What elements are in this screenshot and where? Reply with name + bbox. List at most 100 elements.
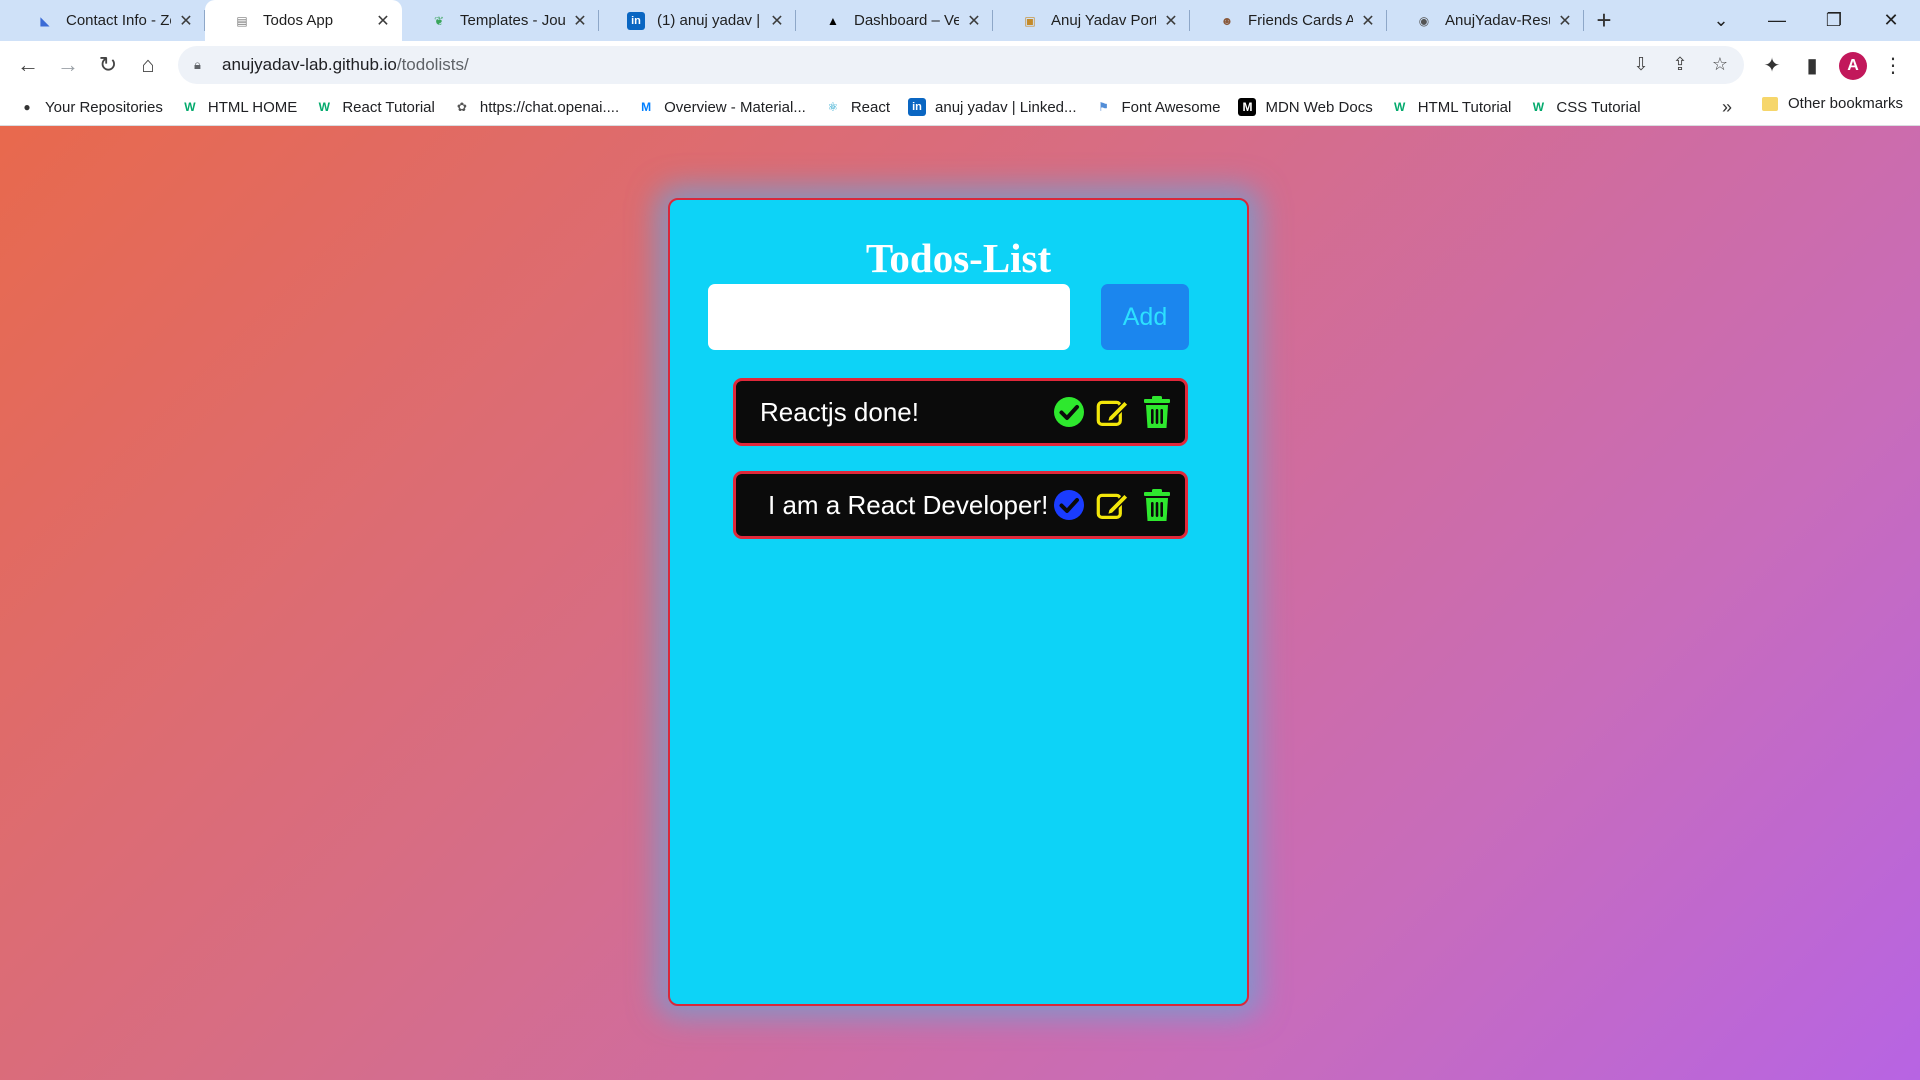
vercel-icon: ▲ xyxy=(827,13,839,28)
zety-icon: ◣ xyxy=(40,13,50,28)
w3schools-icon: W xyxy=(184,100,196,114)
page-title: Todos-List xyxy=(865,235,1052,281)
todo-actions xyxy=(1052,381,1173,443)
bookmark-item[interactable]: ✿ https://chat.openai.... xyxy=(453,98,619,116)
bookmark-label: Your Repositories xyxy=(45,98,163,116)
tab-title: Templates - Journ xyxy=(460,12,565,29)
bookmark-label: https://chat.openai.... xyxy=(479,98,620,116)
page-background: Todos-List Add Reactjs done! I am a React… xyxy=(0,126,1920,1080)
profile-avatar[interactable]: A xyxy=(1839,52,1867,80)
tab-title: Contact Info - Zet xyxy=(66,12,171,29)
tab-7[interactable]: ◉ AnujYadav-Resum ✕ xyxy=(1387,0,1584,41)
close-tab-icon[interactable]: ✕ xyxy=(965,11,983,31)
globe-icon: ◉ xyxy=(1418,13,1430,28)
tab-3[interactable]: in (1) anuj yadav | Li ✕ xyxy=(599,0,796,41)
todo-card: Todos-List Add Reactjs done! I am a React… xyxy=(668,198,1249,1006)
bookmark-item[interactable]: W HTML HOME xyxy=(181,98,297,116)
leaf-icon: ❦ xyxy=(433,13,445,28)
bookmark-item[interactable]: W HTML Tutorial xyxy=(1391,98,1512,116)
bookmark-item[interactable]: in anuj yadav | Linked... xyxy=(908,98,1077,116)
bookmarks-bar: ● Your Repositories W HTML HOME W React Tutor… xyxy=(0,89,1920,126)
todo-text: I am a React Developer! xyxy=(768,489,1049,520)
linkedin-icon: in xyxy=(627,11,645,30)
close-tab-icon[interactable]: ✕ xyxy=(768,11,786,31)
install-icon[interactable]: ⇩ xyxy=(1630,54,1652,76)
bookmark-label: HTML HOME xyxy=(207,98,298,116)
openai-icon: ✿ xyxy=(456,100,467,114)
linkedin-icon: in xyxy=(908,98,927,116)
tab-5[interactable]: ▣ Anuj Yadav Portfo ✕ xyxy=(993,0,1190,41)
tab-2[interactable]: ❦ Templates - Journ ✕ xyxy=(402,0,599,41)
minimize-button[interactable]: — xyxy=(1748,0,1806,41)
todo-text: Reactjs done! xyxy=(760,396,919,427)
close-tab-icon[interactable]: ✕ xyxy=(177,11,195,31)
trash-icon[interactable] xyxy=(1140,395,1173,429)
close-tab-icon[interactable]: ✕ xyxy=(1162,11,1180,31)
briefcase-icon: ▣ xyxy=(1024,13,1036,28)
bookmark-label: HTML Tutorial xyxy=(1417,98,1512,116)
mui-icon: M xyxy=(641,100,652,114)
close-window-button[interactable]: ✕ xyxy=(1862,0,1920,41)
tab-4[interactable]: ▲ Dashboard – Verc ✕ xyxy=(796,0,993,41)
bookmark-item[interactable]: ● Your Repositories xyxy=(18,98,163,116)
maximize-button[interactable]: ❐ xyxy=(1805,0,1863,41)
extensions-icon[interactable]: ✦ xyxy=(1757,50,1787,80)
tab-title: AnujYadav-Resum xyxy=(1445,12,1550,29)
bookmark-item[interactable]: M Overview - Material... xyxy=(637,98,806,116)
todo-item: Reactjs done! xyxy=(733,378,1188,446)
react-icon: ⚛ xyxy=(827,100,839,114)
edit-icon[interactable] xyxy=(1096,489,1129,522)
w3schools-icon: W xyxy=(318,100,330,114)
bookmark-label: MDN Web Docs xyxy=(1265,98,1373,116)
other-bookmarks-folder[interactable]: Other bookmarks xyxy=(1762,95,1903,112)
todo-input[interactable] xyxy=(708,284,1070,350)
reload-button[interactable]: ↻ xyxy=(88,45,128,85)
mdn-icon: M xyxy=(1238,98,1257,116)
more-bookmarks-icon[interactable]: » xyxy=(1722,97,1732,118)
check-circle-icon[interactable] xyxy=(1052,396,1085,429)
tab-separator xyxy=(1583,10,1584,31)
tab-title: Dashboard – Verc xyxy=(854,12,959,29)
add-button[interactable]: Add xyxy=(1101,284,1189,350)
bookmark-item[interactable]: ⚑ Font Awesome xyxy=(1095,98,1221,116)
bookmark-item[interactable]: ⚛ React xyxy=(824,98,890,116)
url-text: anujyadav-lab.github.io/todolists/ xyxy=(222,55,469,74)
todo-actions xyxy=(1052,474,1173,536)
tab-title: Todos App xyxy=(263,12,334,29)
forward-button[interactable]: → xyxy=(48,45,88,85)
close-tab-icon[interactable]: ✕ xyxy=(374,11,392,31)
new-tab-button[interactable]: + xyxy=(1584,0,1624,41)
todo-item: I am a React Developer! xyxy=(733,471,1188,539)
tab-title: Anuj Yadav Portfo xyxy=(1051,12,1156,29)
address-bar[interactable]: 🔒︎ anujyadav-lab.github.io/todolists/ ⇩ … xyxy=(178,46,1744,84)
home-button[interactable]: ⌂ xyxy=(128,45,168,85)
tab-search-button[interactable]: ⌄ xyxy=(1692,0,1750,41)
folder-icon xyxy=(1762,96,1778,111)
share-icon[interactable]: ⇪ xyxy=(1669,54,1691,76)
bookmark-item[interactable]: W React Tutorial xyxy=(315,98,435,116)
bookmark-label: React Tutorial xyxy=(342,98,435,116)
edit-icon[interactable] xyxy=(1096,396,1129,429)
close-tab-icon[interactable]: ✕ xyxy=(1359,11,1377,31)
people-icon: ☻ xyxy=(1220,13,1234,28)
menu-kebab-icon[interactable]: ⋮ xyxy=(1878,50,1908,80)
close-tab-icon[interactable]: ✕ xyxy=(571,11,589,31)
tab-6[interactable]: ☻ Friends Cards App ✕ xyxy=(1190,0,1387,41)
w3schools-icon: W xyxy=(1532,100,1545,114)
browser-tab-strip: ◣ Contact Info - Zet ✕ ▤ Todos App ✕ ❦ Template… xyxy=(0,0,1920,41)
bookmark-star-icon[interactable]: ☆ xyxy=(1709,54,1731,76)
tab-title: Friends Cards App xyxy=(1248,12,1353,29)
close-tab-icon[interactable]: ✕ xyxy=(1556,11,1574,31)
bookmark-item[interactable]: M MDN Web Docs xyxy=(1238,98,1373,116)
bookmark-item[interactable]: W CSS Tutorial xyxy=(1529,98,1641,116)
bookmark-label: Font Awesome xyxy=(1121,98,1221,116)
tab-1[interactable]: ▤ Todos App ✕ xyxy=(205,0,402,41)
back-button[interactable]: ← xyxy=(8,45,48,85)
check-circle-icon[interactable] xyxy=(1052,489,1085,522)
other-bookmarks-label: Other bookmarks xyxy=(1788,95,1904,112)
bookmark-label: Overview - Material... xyxy=(664,98,806,116)
flag-icon: ⚑ xyxy=(1098,100,1109,114)
side-panel-icon[interactable]: ▮ xyxy=(1797,50,1827,80)
tab-0[interactable]: ◣ Contact Info - Zet ✕ xyxy=(8,0,205,41)
trash-icon[interactable] xyxy=(1140,488,1173,522)
